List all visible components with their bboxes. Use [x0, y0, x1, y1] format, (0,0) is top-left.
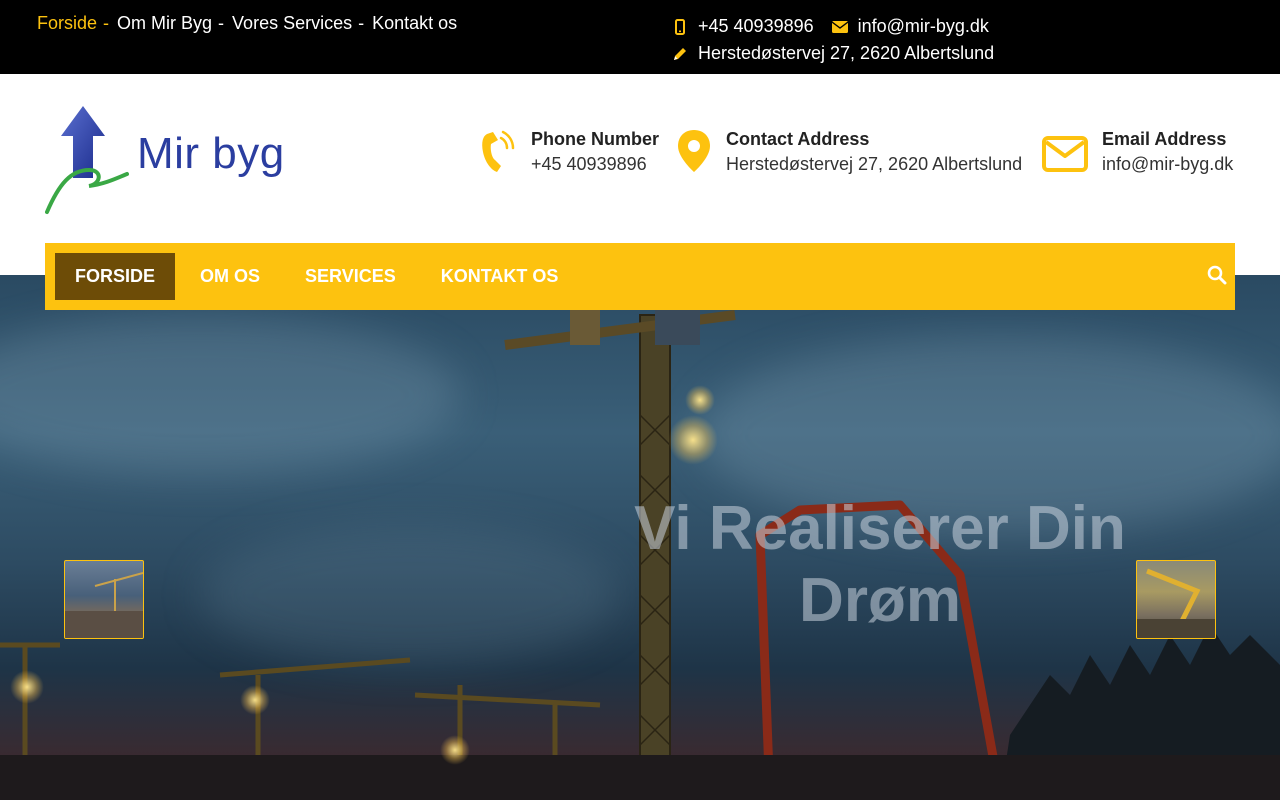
- header-address-block: Contact Address Herstedøstervej 27, 2620…: [677, 128, 1022, 179]
- nav-item-om-os[interactable]: OM OS: [180, 253, 280, 300]
- top-email[interactable]: info@mir-byg.dk: [858, 13, 989, 40]
- hero-slider: Vi Realiserer Din Drøm: [0, 275, 1280, 800]
- mobile-phone-icon: [670, 17, 690, 37]
- nav-item-forside[interactable]: FORSIDE: [55, 253, 176, 300]
- top-nav-om-mir-byg[interactable]: Om Mir Byg: [117, 13, 212, 34]
- envelope-icon: [830, 17, 850, 37]
- slider-next-thumbnail[interactable]: [1136, 560, 1216, 639]
- email-title: Email Address: [1102, 129, 1227, 149]
- top-phone[interactable]: +45 40939896: [698, 13, 814, 40]
- nav-item-services[interactable]: SERVICES: [285, 253, 416, 300]
- email-value[interactable]: info@mir-byg.dk: [1102, 150, 1233, 178]
- hero-title: Vi Realiserer Din Drøm: [600, 493, 1160, 637]
- top-nav-separator: -: [103, 13, 110, 33]
- top-bar: Forside - Om Mir Byg - Vores Services - …: [0, 0, 1280, 74]
- nav-item-kontakt-os[interactable]: KONTAKT OS: [421, 253, 579, 300]
- envelope-icon: [1042, 136, 1088, 177]
- top-address: Herstedøstervej 27, 2620 Albertslund: [698, 43, 995, 63]
- search-icon[interactable]: [1207, 265, 1227, 290]
- address-title: Contact Address: [726, 129, 870, 149]
- top-nav-separator: -: [218, 13, 225, 33]
- header-email-block: Email Address info@mir-byg.dk: [1042, 128, 1233, 178]
- phone-value[interactable]: +45 40939896: [531, 150, 659, 178]
- top-nav-separator: -: [358, 13, 365, 33]
- top-nav: Forside - Om Mir Byg - Vores Services - …: [37, 13, 457, 34]
- top-nav-kontakt-os[interactable]: Kontakt os: [372, 13, 457, 34]
- map-marker-icon: [677, 128, 711, 179]
- logo-arrow-icon: [45, 106, 129, 214]
- header-phone-block: Phone Number +45 40939896: [481, 128, 659, 179]
- top-nav-vores-services[interactable]: Vores Services: [232, 13, 352, 34]
- hero-title-line2: Drøm: [799, 566, 961, 635]
- phone-icon: [481, 128, 517, 179]
- top-nav-forside[interactable]: Forside: [37, 13, 97, 34]
- address-value: Herstedøstervej 27, 2620 Albertslund: [726, 154, 1023, 174]
- phone-title: Phone Number: [531, 129, 660, 149]
- main-nav: FORSIDE OM OS SERVICES KONTAKT OS: [45, 243, 1235, 310]
- logo-text: Mir byg: [137, 129, 285, 178]
- mir-byg-logo[interactable]: Mir byg: [45, 104, 285, 214]
- pencil-icon: [670, 44, 690, 64]
- top-contact-info: +45 40939896 info@mir-byg.dk Herstedøste…: [670, 13, 994, 67]
- slider-prev-thumbnail[interactable]: [64, 560, 144, 639]
- hero-title-line1: Vi Realiserer Din: [634, 494, 1126, 563]
